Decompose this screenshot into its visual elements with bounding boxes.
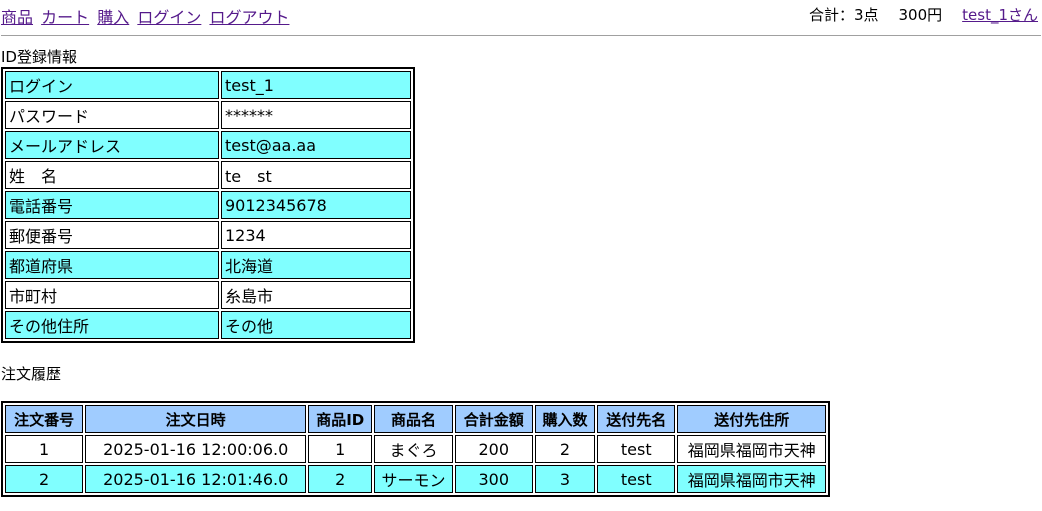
profile-row: 電話番号 9012345678 xyxy=(5,191,411,219)
order-date-cell: 2025-01-16 12:01:46.0 xyxy=(85,465,307,493)
profile-value: test@aa.aa xyxy=(221,131,411,159)
column-header: 送付先住所 xyxy=(677,405,826,433)
profile-label: メールアドレス xyxy=(5,131,219,159)
order-date-cell: 2025-01-16 12:00:06.0 xyxy=(85,435,307,463)
profile-value: test_1 xyxy=(221,71,411,99)
column-header: 商品名 xyxy=(374,405,453,433)
profile-row: パスワード ****** xyxy=(5,101,411,129)
column-header: 商品ID xyxy=(308,405,373,433)
profile-label: パスワード xyxy=(5,101,219,129)
profile-label: 市町村 xyxy=(5,281,219,309)
profile-label: 都道府県 xyxy=(5,251,219,279)
profile-row: 市町村 糸島市 xyxy=(5,281,411,309)
column-header: 合計金額 xyxy=(454,405,533,433)
profile-label: 姓 名 xyxy=(5,161,219,189)
recipient-name-cell: test xyxy=(597,435,676,463)
total-amount-cell: 200 xyxy=(454,435,533,463)
profile-value: te st xyxy=(221,161,411,189)
nav-link-logout[interactable]: ログアウト xyxy=(209,8,289,27)
profile-value: その他 xyxy=(221,311,411,339)
profile-label: 電話番号 xyxy=(5,191,219,219)
orders-table: 注文番号 注文日時 商品ID 商品名 合計金額 購入数 送付先名 送付先住所 1… xyxy=(1,401,830,497)
total-amount-cell: 300 xyxy=(454,465,533,493)
product-name-cell: サーモン xyxy=(374,465,453,493)
main-nav: 商品 カート 購入 ログイン ログアウト xyxy=(1,4,292,28)
nav-link-login[interactable]: ログイン xyxy=(137,8,201,27)
profile-row: 都道府県 北海道 xyxy=(5,251,411,279)
profile-row: その他住所 その他 xyxy=(5,311,411,339)
recipient-address-cell: 福岡県福岡市天神 xyxy=(677,465,826,493)
quantity-cell: 3 xyxy=(534,465,596,493)
cart-total-price: 300円 xyxy=(898,6,943,24)
profile-value: 糸島市 xyxy=(221,281,411,309)
table-row: 2 2025-01-16 12:01:46.0 2 サーモン 300 3 tes… xyxy=(5,465,826,493)
profile-row: 姓 名 te st xyxy=(5,161,411,189)
quantity-cell: 2 xyxy=(534,435,596,463)
profile-label: 郵便番号 xyxy=(5,221,219,249)
column-header: 注文番号 xyxy=(5,405,84,433)
order-number-cell: 2 xyxy=(5,465,84,493)
header-divider xyxy=(1,35,1041,36)
column-header: 購入数 xyxy=(534,405,596,433)
profile-label: ログイン xyxy=(5,71,219,99)
recipient-name-cell: test xyxy=(597,465,676,493)
product-name-cell: まぐろ xyxy=(374,435,453,463)
profile-label: その他住所 xyxy=(5,311,219,339)
profile-value: 北海道 xyxy=(221,251,411,279)
profile-row: ログイン test_1 xyxy=(5,71,411,99)
product-id-cell: 1 xyxy=(308,435,373,463)
product-id-cell: 2 xyxy=(308,465,373,493)
profile-value: 1234 xyxy=(221,221,411,249)
cart-summary: 合計：3点 300円 test_1さん xyxy=(809,4,1038,25)
nav-link-cart[interactable]: カート xyxy=(41,8,89,27)
table-row: 1 2025-01-16 12:00:06.0 1 まぐろ 200 2 test… xyxy=(5,435,826,463)
nav-link-purchase[interactable]: 購入 xyxy=(97,8,129,27)
profile-row: メールアドレス test@aa.aa xyxy=(5,131,411,159)
column-header: 送付先名 xyxy=(597,405,676,433)
user-link[interactable]: test_1さん xyxy=(962,6,1038,24)
orders-title: 注文履歴 xyxy=(1,365,62,383)
nav-link-products[interactable]: 商品 xyxy=(1,8,33,27)
column-header: 注文日時 xyxy=(85,405,307,433)
order-number-cell: 1 xyxy=(5,435,84,463)
profile-value: 9012345678 xyxy=(221,191,411,219)
orders-header-row: 注文番号 注文日時 商品ID 商品名 合計金額 購入数 送付先名 送付先住所 xyxy=(5,405,826,433)
profile-value: ****** xyxy=(221,101,411,129)
recipient-address-cell: 福岡県福岡市天神 xyxy=(677,435,826,463)
profile-table: ログイン test_1 パスワード ****** メールアドレス test@aa.aa… xyxy=(1,67,415,343)
profile-row: 郵便番号 1234 xyxy=(5,221,411,249)
cart-count: 合計：3点 xyxy=(808,6,879,24)
profile-title: ID登録情報 xyxy=(1,48,77,66)
top-bar: 商品 カート 購入 ログイン ログアウト 合計：3点 300円 test_1さん xyxy=(0,0,1042,34)
